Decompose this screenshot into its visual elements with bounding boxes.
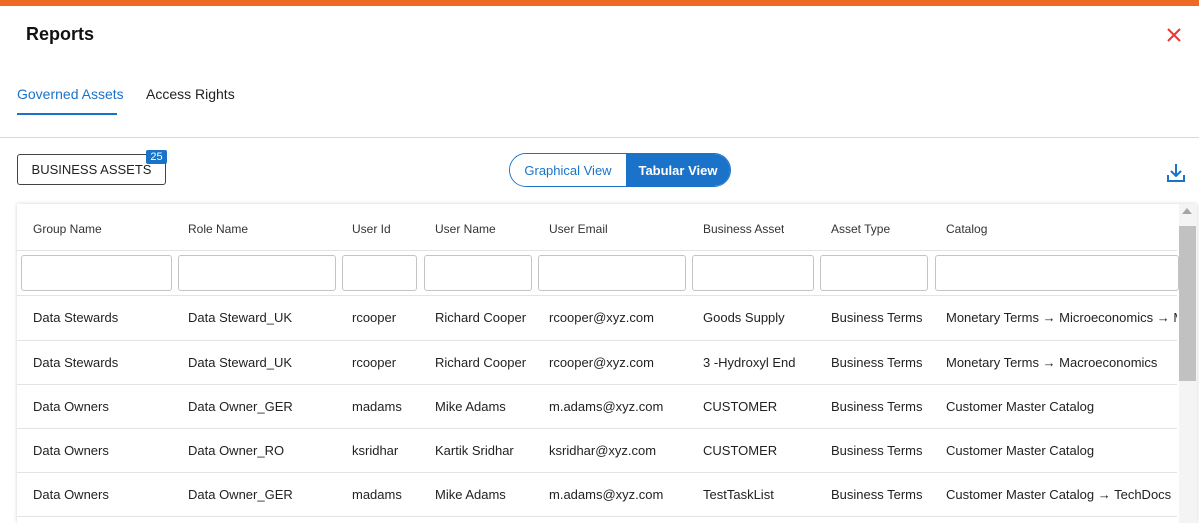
filter-input-role-name[interactable] xyxy=(178,255,336,291)
table-row[interactable]: Data Stewards Data Steward_UK rcooper Ri… xyxy=(17,296,1177,340)
cell-user-id: rcooper xyxy=(352,355,397,370)
cell-user-id: ksridhar xyxy=(352,443,399,458)
column-header-user-name[interactable]: User Name xyxy=(435,222,496,236)
filter-input-user-name[interactable] xyxy=(424,255,532,291)
cell-user-email: ksridhar@xyz.com xyxy=(549,443,657,458)
cell-user-name: Mike Adams xyxy=(435,399,506,414)
filter-input-group-name[interactable] xyxy=(21,255,172,291)
cell-group-name: Data Owners xyxy=(33,399,109,414)
header-divider xyxy=(17,250,1177,251)
business-assets-button[interactable]: BUSINESS ASSETS xyxy=(17,154,166,185)
cell-asset-type: Business Terms xyxy=(831,399,923,414)
cell-asset-type: Business Terms xyxy=(831,487,923,502)
cell-role-name: Data Owner_GER xyxy=(188,399,293,414)
close-icon[interactable] xyxy=(1163,24,1185,46)
cell-role-name: Data Steward_UK xyxy=(188,310,293,325)
cell-user-id: madams xyxy=(352,399,402,414)
cell-group-name: Data Owners xyxy=(33,487,109,502)
column-header-asset-type[interactable]: Asset Type xyxy=(831,222,890,236)
business-assets-label: BUSINESS ASSETS xyxy=(31,162,152,177)
scrollbar-thumb[interactable] xyxy=(1179,226,1196,381)
cell-catalog: Monetary Terms → Macroeconomics xyxy=(946,355,1158,370)
active-tab-indicator xyxy=(17,113,117,115)
cell-catalog: Customer Master Catalog xyxy=(946,399,1095,414)
column-header-catalog[interactable]: Catalog xyxy=(946,222,987,236)
filter-input-catalog[interactable] xyxy=(935,255,1179,291)
column-header-business-asset[interactable]: Business Asset xyxy=(703,222,784,236)
cell-role-name: Data Owner_GER xyxy=(188,487,293,502)
cell-business-asset: CUSTOMER xyxy=(703,399,778,414)
data-grid: Group Name Role Name User Id User Name U… xyxy=(17,204,1197,523)
cell-asset-type: Business Terms xyxy=(831,443,923,458)
cell-user-id: madams xyxy=(352,487,402,502)
table-row[interactable]: Data Owners Data Owner_RO ksridhar Karti… xyxy=(17,429,1177,473)
table-row[interactable]: Data Owners Data Owner_GER madams Mike A… xyxy=(17,473,1177,517)
cell-asset-type: Business Terms xyxy=(831,310,923,325)
tab-governed-assets[interactable]: Governed Assets xyxy=(17,86,124,102)
cell-user-email: rcooper@xyz.com xyxy=(549,355,654,370)
download-icon[interactable] xyxy=(1166,162,1186,184)
cell-group-name: Data Stewards xyxy=(33,310,119,325)
view-toggle: Graphical View Tabular View xyxy=(509,153,731,187)
table-row[interactable]: Data Owners Data Owner_GER madams Mike A… xyxy=(17,385,1177,429)
tabular-view-button[interactable]: Tabular View xyxy=(625,154,730,186)
cell-asset-type: Business Terms xyxy=(831,355,923,370)
scroll-up-arrow-icon[interactable] xyxy=(1182,208,1192,214)
column-header-group-name[interactable]: Group Name xyxy=(33,222,102,236)
cell-role-name: Data Steward_UK xyxy=(188,355,293,370)
column-header-role-name[interactable]: Role Name xyxy=(188,222,248,236)
tab-access-rights[interactable]: Access Rights xyxy=(146,86,235,102)
cell-user-id: rcooper xyxy=(352,310,397,325)
cell-user-email: m.adams@xyz.com xyxy=(549,399,664,414)
cell-user-name: Mike Adams xyxy=(435,487,506,502)
filter-input-business-asset[interactable] xyxy=(692,255,814,291)
filter-input-asset-type[interactable] xyxy=(820,255,928,291)
cell-role-name: Data Owner_RO xyxy=(188,443,285,458)
cell-catalog: Customer Master Catalog xyxy=(946,443,1095,458)
cell-business-asset: CUSTOMER xyxy=(703,443,778,458)
cell-business-asset: 3 -Hydroxyl End xyxy=(703,355,796,370)
cell-business-asset: Goods Supply xyxy=(703,310,785,325)
row-divider xyxy=(17,516,1177,517)
divider xyxy=(0,137,1199,138)
filter-input-user-email[interactable] xyxy=(538,255,686,291)
cell-catalog: Customer Master Catalog → TechDocs xyxy=(946,487,1172,502)
cell-group-name: Data Owners xyxy=(33,443,109,458)
cell-user-email: m.adams@xyz.com xyxy=(549,487,664,502)
graphical-view-button[interactable]: Graphical View xyxy=(510,154,626,186)
cell-user-email: rcooper@xyz.com xyxy=(549,310,654,325)
page-title: Reports xyxy=(26,24,95,44)
filter-input-user-id[interactable] xyxy=(342,255,417,291)
cell-business-asset: TestTaskList xyxy=(703,487,774,502)
cell-catalog: Monetary Terms → Microeconomics → Micr xyxy=(946,310,1177,325)
assets-count-badge: 25 xyxy=(146,150,167,164)
column-header-user-email[interactable]: User Email xyxy=(549,222,608,236)
top-accent-bar xyxy=(0,0,1199,6)
cell-user-name: Kartik Sridhar xyxy=(435,443,514,458)
cell-user-name: Richard Cooper xyxy=(435,310,527,325)
cell-user-name: Richard Cooper xyxy=(435,355,527,370)
column-header-user-id[interactable]: User Id xyxy=(352,222,391,236)
cell-group-name: Data Stewards xyxy=(33,355,119,370)
table-row[interactable]: Data Stewards Data Steward_UK rcooper Ri… xyxy=(17,341,1177,385)
